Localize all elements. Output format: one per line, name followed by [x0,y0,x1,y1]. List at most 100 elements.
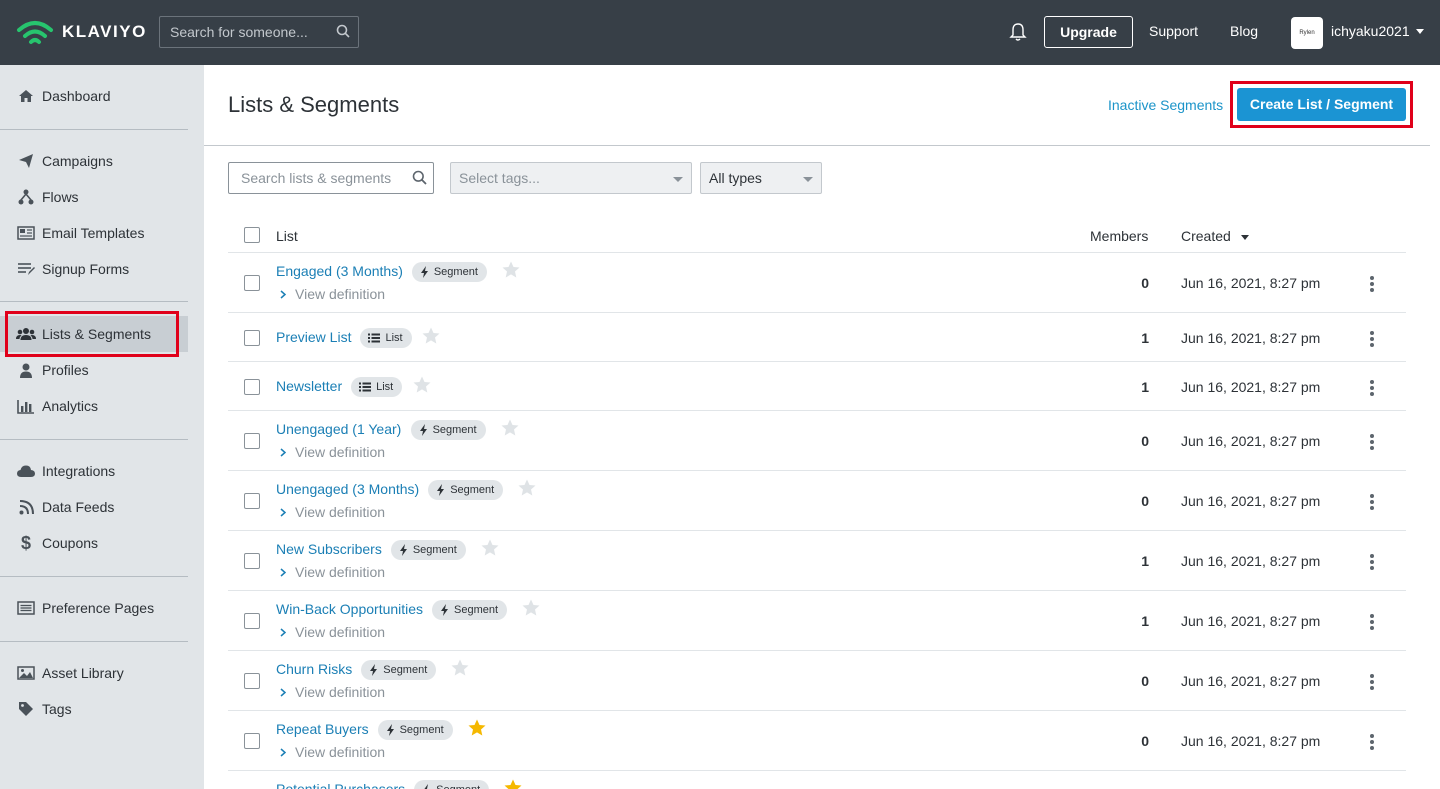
row-checkbox[interactable] [244,433,260,449]
members-count: 1 [1141,329,1149,346]
view-definition-label: View definition [295,286,386,302]
sidebar-item-asset-library[interactable]: Asset Library [0,655,188,691]
account-menu-caret-icon[interactable] [1416,29,1424,34]
list-name-link[interactable]: Unengaged (3 Months) [276,481,419,497]
list-name-link[interactable]: Newsletter [276,378,342,394]
row-actions-menu-icon[interactable] [1369,674,1375,690]
favorite-star-icon[interactable] [504,779,522,789]
sidebar-item-coupons[interactable]: $ Coupons [0,525,188,561]
favorite-star-icon[interactable] [518,479,536,501]
row-checkbox[interactable] [244,493,260,509]
upgrade-button[interactable]: Upgrade [1044,16,1133,48]
sidebar-item-signup-forms[interactable]: Signup Forms [0,251,188,287]
sidebar-item-preference-pages[interactable]: Preference Pages [0,590,188,626]
sidebar-item-dashboard[interactable]: Dashboard [0,78,188,114]
column-header-list[interactable]: List [276,228,298,244]
row-checkbox[interactable] [244,329,260,346]
view-definition-toggle[interactable]: View definition [280,684,385,700]
global-search-input[interactable]: Search for someone... [159,16,359,48]
notifications-bell-icon[interactable] [1009,22,1027,42]
row-actions-menu-icon[interactable] [1369,614,1375,630]
list-name-link[interactable]: Win-Back Opportunities [276,601,423,617]
column-header-created-label: Created [1181,228,1231,244]
row-actions-menu-icon[interactable] [1369,494,1375,510]
segment-badge: Segment [410,420,486,440]
sort-desc-icon [1240,234,1249,240]
list-name-link[interactable]: Unengaged (1 Year) [276,421,401,437]
row-checkbox[interactable] [244,673,260,689]
sidebar-item-analytics[interactable]: Analytics [0,388,188,424]
list-name-link[interactable]: Churn Risks [276,661,352,677]
support-link[interactable]: Support [1149,23,1198,39]
created-date: Jun 16, 2021, 8:27 pm [1181,673,1321,689]
search-icon[interactable] [412,170,427,185]
row-checkbox[interactable] [244,553,260,569]
types-select[interactable]: All types [700,162,822,194]
sidebar-item-flows[interactable]: Flows [0,179,188,215]
sidebar-item-email-templates[interactable]: Email Templates [0,215,188,251]
row-checkbox[interactable] [244,275,260,291]
view-definition-toggle[interactable]: View definition [280,744,385,760]
favorite-star-icon[interactable] [451,659,469,681]
row-actions-menu-icon[interactable] [1369,434,1375,450]
favorite-star-icon[interactable] [413,376,431,398]
favorite-star-icon[interactable] [422,327,440,349]
row-divider [228,650,1406,651]
blog-link[interactable]: Blog [1230,23,1258,39]
sidebar-item-campaigns[interactable]: Campaigns [0,143,188,179]
view-definition-toggle[interactable]: View definition [280,286,385,302]
sidebar-item-tags[interactable]: Tags [0,691,188,727]
sidebar-item-lists-segments[interactable]: Lists & Segments [0,316,188,352]
row-checkbox[interactable] [244,733,260,749]
account-username[interactable]: ichyaku2021 [1331,23,1410,39]
types-select-value: All types [709,170,762,186]
sidebar-item-integrations[interactable]: Integrations [0,453,188,489]
list-name-link[interactable]: Repeat Buyers [276,721,369,737]
list-name-link[interactable]: Engaged (3 Months) [276,263,403,279]
inactive-segments-link[interactable]: Inactive Segments [1108,97,1223,113]
favorite-star-icon[interactable] [481,539,499,561]
row-actions-menu-icon[interactable] [1369,276,1375,292]
favorite-star-icon[interactable] [468,719,486,741]
created-date: Jun 16, 2021, 8:27 pm [1181,613,1321,629]
sidebar-item-profiles[interactable]: Profiles [0,352,188,388]
lightning-bolt-icon [440,604,449,616]
sidebar: Dashboard Campaigns Flows Email Template… [0,65,204,789]
badge-label: Segment [454,604,499,616]
row-checkbox[interactable] [244,613,260,629]
list-name-link[interactable]: New Subscribers [276,541,382,557]
row-divider [228,410,1406,411]
sidebar-item-label: Flows [42,189,79,205]
row-checkbox[interactable] [244,378,260,395]
list-name-link[interactable]: Potential Purchasers [276,781,405,789]
row-actions-menu-icon[interactable] [1369,379,1375,396]
chevron-right-icon [280,504,287,520]
view-definition-toggle[interactable]: View definition [280,564,385,580]
klaviyo-logo[interactable]: KLAVIYO [16,17,147,47]
list-name-link[interactable]: Preview List [276,329,351,345]
row-actions-menu-icon[interactable] [1369,330,1375,347]
segment-badge: Segment [377,720,453,740]
sidebar-item-data-feeds[interactable]: Data Feeds [0,489,188,525]
favorite-star-icon[interactable] [501,419,519,441]
view-definition-toggle[interactable]: View definition [280,444,385,460]
lists-search-input[interactable]: Search lists & segments [228,162,434,194]
favorite-star-icon[interactable] [502,261,520,283]
column-header-members[interactable]: Members [1090,228,1148,244]
view-definition-toggle[interactable]: View definition [280,504,385,520]
sidebar-item-label: Data Feeds [42,499,115,515]
view-definition-toggle[interactable]: View definition [280,624,385,640]
lightning-bolt-icon [386,724,395,736]
create-list-segment-button[interactable]: Create List / Segment [1237,88,1406,121]
row-actions-menu-icon[interactable] [1369,554,1375,570]
tags-select[interactable]: Select tags... [450,162,692,194]
sidebar-divider [0,439,188,440]
row-actions-menu-icon[interactable] [1369,734,1375,750]
column-header-created[interactable]: Created [1181,228,1249,244]
search-icon[interactable] [336,24,350,38]
members-count: 1 [1141,613,1149,629]
account-avatar[interactable]: Rylen [1291,17,1323,49]
select-all-checkbox[interactable] [244,227,260,243]
favorite-star-icon[interactable] [522,599,540,621]
sidebar-item-label: Campaigns [42,153,113,169]
